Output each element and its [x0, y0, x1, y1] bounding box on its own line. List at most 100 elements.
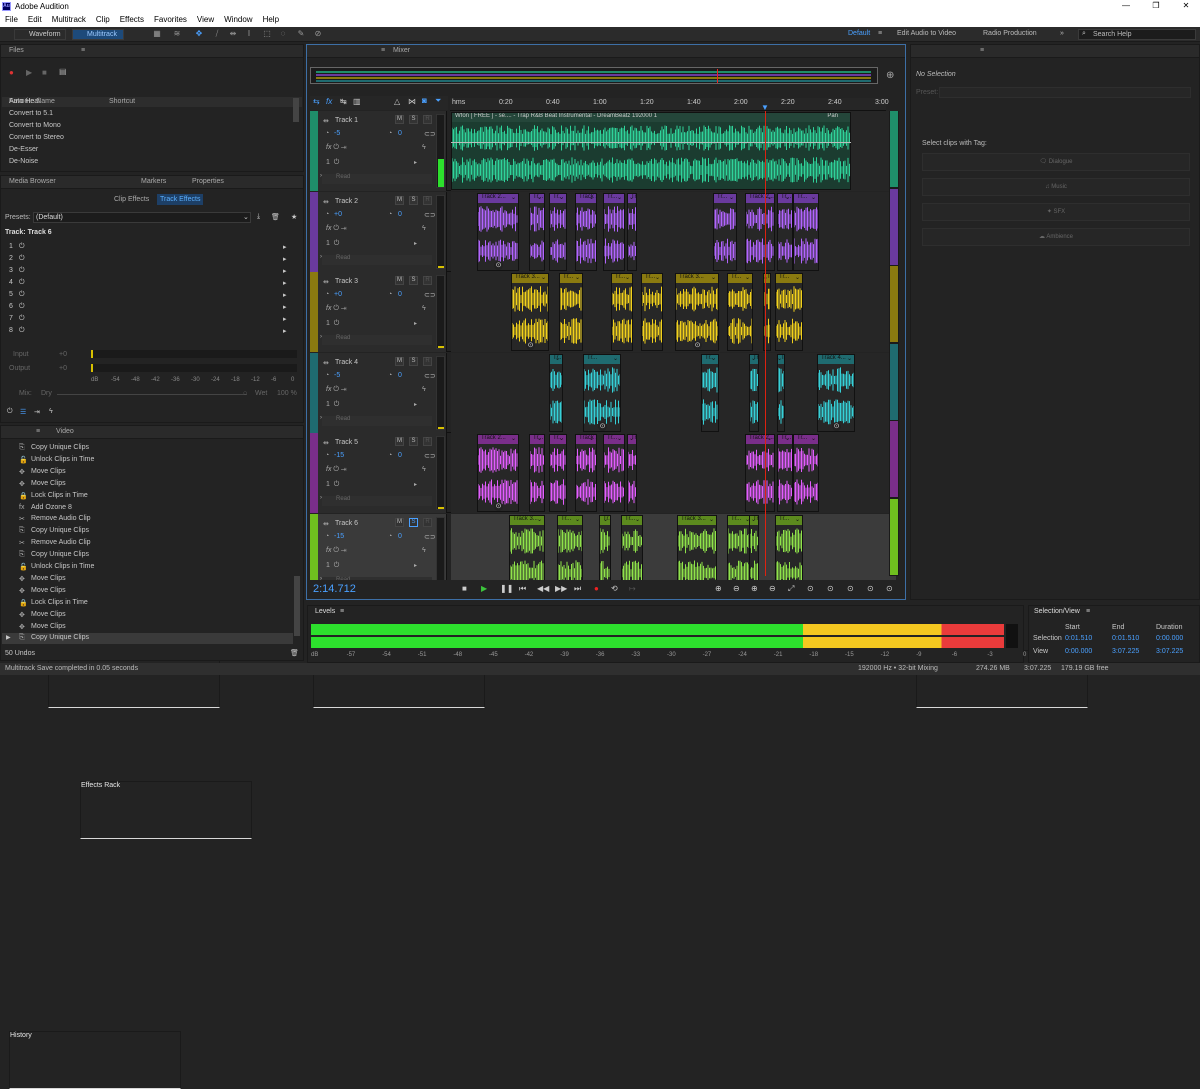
session-overview[interactable]	[310, 67, 878, 84]
skip-icon[interactable]: ↦	[629, 584, 636, 593]
audio-clip[interactable]: Tr... ⌄ ⊙	[583, 353, 621, 432]
history-item[interactable]: ⎘ Copy Unique Clips	[2, 526, 293, 537]
maximize-button[interactable]: ❐	[1142, 1, 1170, 10]
audio-clip[interactable]: Tr...⌄	[701, 353, 719, 432]
marker-icon[interactable]: ⏷	[435, 96, 441, 106]
timeline-ruler[interactable]: hms 0:20 0:40 1:00 1:20 1:40 2:00 2:20 2:40 3:00	[450, 98, 889, 111]
tab-markers[interactable]: Markers	[141, 178, 166, 185]
list-item[interactable]: Convert to Mono	[9, 122, 61, 129]
audio-clip[interactable]: Track 3...⌄ ⊙	[511, 273, 549, 351]
fx-power-icon[interactable]: fx ⏻ ⇥	[326, 225, 346, 233]
fx-power-icon[interactable]: fx ⏻ ⇥	[326, 547, 346, 555]
clip-header[interactable]: Track 4... ⌄	[818, 354, 854, 364]
bolt-icon[interactable]: ϟ	[422, 547, 426, 554]
zoom-in-point-icon[interactable]: ⊙	[807, 584, 814, 593]
solo-button[interactable]: S	[409, 195, 418, 205]
delete-preset-icon[interactable]: 🗑	[271, 213, 280, 221]
track-input-row[interactable]: 1 ⏻	[326, 562, 339, 570]
audio-clip[interactable]: Tr...⌄	[793, 434, 819, 512]
clip-header[interactable]: Tr...⌄	[714, 193, 736, 203]
menu-multitrack[interactable]: Multitrack	[47, 13, 91, 27]
effect-slot[interactable]: 2 ⏻ ▸	[5, 255, 295, 266]
list-view-icon[interactable]: ☰	[20, 408, 26, 416]
history-item[interactable]: 🔒 Lock Clips in Time	[2, 491, 293, 502]
stereo-icon[interactable]: ⊂⊃	[424, 372, 436, 380]
history-scrollbar[interactable]	[294, 576, 300, 636]
workspace-menu-icon[interactable]: ≡	[878, 30, 882, 37]
clip-header[interactable]: Tr...⌄	[728, 274, 752, 283]
zoom-out-point-icon[interactable]: ⊙	[827, 584, 834, 593]
bolt-icon[interactable]: ϟ	[49, 408, 53, 415]
track-header[interactable]: ⇹ Track 1 M S R I ◔ -5 ◔ 0 ⊂⊃ fx ⏻ ⇥ ϟ 1…	[310, 111, 447, 191]
navigator-track-block[interactable]	[890, 498, 898, 575]
power-icon[interactable]: ⏻	[19, 243, 25, 251]
view-start[interactable]: 0:00.000	[1065, 648, 1092, 655]
chevron-right-icon[interactable]: ▸	[283, 315, 287, 323]
fx-power-icon[interactable]: fx ⏻ ⇥	[326, 386, 346, 394]
record-arm-button[interactable]: R	[423, 276, 432, 285]
stereo-icon[interactable]: ⊂⊃	[424, 452, 436, 460]
audio-clip[interactable]: Tr...⌄	[777, 353, 785, 432]
fx-power-icon[interactable]: fx ⏻ ⇥	[326, 305, 346, 313]
track-input-row[interactable]: 1 ⏻	[326, 320, 339, 328]
time-selection-icon[interactable]: I	[244, 29, 254, 39]
track-arrange-icon[interactable]: ⇹	[323, 117, 329, 125]
pause-icon[interactable]: ❚❚	[500, 584, 513, 593]
track-name[interactable]: Track 2	[335, 198, 358, 205]
audio-clip[interactable]: Tr...⌄	[777, 192, 793, 271]
mute-button[interactable]: M	[395, 356, 404, 366]
tab-video[interactable]: Video	[56, 428, 74, 435]
chevron-right-icon[interactable]: ▸	[414, 320, 417, 327]
workspace-radio[interactable]: Radio Production	[983, 30, 1037, 37]
track-pan[interactable]: 0	[398, 372, 402, 379]
audio-clip[interactable]: Tr...⌄	[603, 434, 625, 512]
clip-header[interactable]: Tr...⌄	[584, 354, 620, 364]
track-header[interactable]: ⇹ Track 2 M S R I ◔ +0 ◔ 0 ⊂⊃ fx ⏻ ⇥ ϟ 1…	[310, 191, 447, 272]
search-help-input[interactable]: ⌕ Search Help	[1078, 29, 1196, 40]
chevron-right-icon[interactable]: ▸	[414, 481, 417, 488]
track-arrange-icon[interactable]: ⇹	[323, 520, 329, 528]
audio-clip[interactable]: Tr...⌄	[749, 353, 759, 432]
minimize-button[interactable]: —	[1112, 1, 1140, 10]
panel-menu-icon[interactable]: ≡	[980, 47, 984, 54]
snap-icon[interactable]: ⋈	[408, 97, 416, 106]
clip-header[interactable]: Tr...⌄	[550, 354, 562, 364]
workspace-default[interactable]: Default	[848, 30, 870, 37]
sends-icon[interactable]: ⇆	[313, 97, 320, 106]
clip-header[interactable]: Track 2...⌄	[746, 193, 774, 203]
navigator-track-block[interactable]	[890, 188, 898, 265]
audio-clip[interactable]: Tr...⌄	[627, 192, 637, 271]
chevron-right-icon[interactable]: ▸	[283, 327, 287, 335]
effect-slot[interactable]: 7 ⏻ ▸	[5, 315, 295, 326]
record-arm-button[interactable]: R	[423, 437, 432, 446]
track-name[interactable]: Track 4	[335, 359, 358, 366]
marquee-icon[interactable]: ⬚	[262, 29, 272, 39]
clip-header[interactable]: Tr...⌄	[622, 515, 642, 525]
clip-effects-tab[interactable]: Clip Effects	[114, 196, 149, 203]
track-lane[interactable]: Track 2...⌄ ⊙ Tr...⌄ Tr...⌄ Track 2...⌄	[451, 433, 896, 513]
clip-header[interactable]: Tr...⌄	[612, 274, 632, 283]
clip-header[interactable]: Tr...⌄	[776, 274, 802, 283]
headphones-icon[interactable]: ◙	[422, 96, 427, 105]
favorites-scrollbar[interactable]	[293, 98, 299, 122]
audio-clip[interactable]: Track 4... ⌄ ⊙	[817, 353, 855, 432]
mute-button[interactable]: M	[395, 437, 404, 446]
track-effects-tab[interactable]: Track Effects	[157, 194, 204, 205]
record-arm-button[interactable]: R	[423, 356, 432, 366]
mute-button[interactable]: M	[395, 517, 404, 527]
track-header[interactable]: ⇹ Track 3 M S R I ◔ +0 ◔ 0 ⊂⊃ fx ⏻ ⇥ ϟ 1…	[310, 272, 447, 352]
list-item[interactable]: Convert to Stereo	[9, 134, 64, 141]
chevron-right-icon[interactable]: ▸	[283, 243, 287, 251]
track-volume[interactable]: +0	[334, 291, 342, 298]
chevron-right-icon[interactable]: ▸	[283, 279, 287, 287]
audio-clip[interactable]: Tr...⌄	[713, 192, 737, 271]
zoom-full-icon[interactable]: ⤢	[788, 584, 794, 594]
send-icon[interactable]: ⇥	[34, 408, 40, 416]
track-pan[interactable]: 0	[398, 291, 402, 298]
track-arrange-icon[interactable]: ⇹	[323, 359, 329, 367]
clip-header[interactable]: Tr...⌄	[558, 515, 582, 525]
bolt-icon[interactable]: ϟ	[422, 305, 426, 312]
move-tool-icon[interactable]: ✥	[194, 29, 204, 39]
chevron-right-icon[interactable]: ▸	[414, 401, 417, 408]
zoom-out-time-icon[interactable]: ⊖	[769, 584, 776, 593]
